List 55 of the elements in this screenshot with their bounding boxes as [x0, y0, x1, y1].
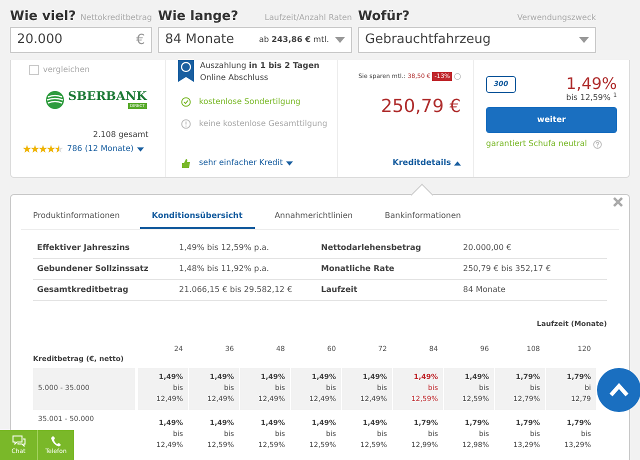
info-icon: [454, 73, 461, 80]
summary-value: 84 Monate: [463, 284, 507, 296]
summary-value: 21.066,15 € bis 29.582,12 €: [179, 284, 294, 296]
continue-button[interactable]: weiter: [486, 107, 617, 133]
schufa-text: garantiert Schufa neutral: [486, 138, 587, 150]
summary-label: Gebundener Sollzinssatz: [37, 263, 150, 275]
thumbs-up-icon: [181, 158, 191, 168]
dropdown[interactable]: Gebrauchtfahrzeug: [358, 27, 596, 53]
euro-icon: €: [136, 30, 145, 50]
tab[interactable]: Konditionsübersicht: [140, 209, 255, 229]
summary-value: 20.000,00 €: [463, 242, 512, 254]
feature-text: keine kostenlose Gesamttilgung: [199, 118, 328, 130]
close-icon[interactable]: [613, 197, 623, 207]
rate-note: ab 243,86 € mtl.: [258, 34, 329, 46]
summary-value: 250,79 € bis 352,17 €: [463, 263, 552, 275]
summary-value: 1,48% bis 11,92% p.a.: [179, 263, 270, 275]
filter-label: Wie lange?: [158, 8, 238, 26]
help-icon: [592, 140, 602, 148]
dropdown[interactable]: 84 Monate ab 243,86 € mtl.: [158, 27, 352, 53]
ease-link[interactable]: sehr einfacher Kredit: [199, 157, 293, 169]
review-total: 2.108 gesamt: [93, 129, 147, 141]
input-field[interactable]: 20.000 €: [10, 27, 152, 53]
tab[interactable]: Produktinformationen: [21, 209, 132, 229]
apr-range: bis 12,59% $^{1}$: [566, 92, 617, 104]
apr-value: 1,49%: [566, 76, 617, 92]
caret-icon: [286, 160, 293, 166]
caret-icon: [335, 37, 345, 43]
monthly-rate: 250,79 €: [380, 95, 461, 119]
checkbox-label: vergleichen: [43, 64, 90, 76]
summary-label: Monatliche Rate: [321, 263, 396, 275]
phone-icon: [50, 434, 62, 446]
chat-icon: [12, 434, 26, 446]
filter-label: Wie viel?: [10, 8, 76, 26]
caret-icon: [136, 146, 144, 152]
filter-hint: Laufzeit/Anzahl Raten: [264, 12, 352, 24]
checkbox[interactable]: [29, 65, 39, 75]
chevron-up-icon: [609, 383, 629, 397]
details-link[interactable]: Kreditdetails: [392, 157, 461, 169]
filter-hint: Verwendungszweck: [517, 12, 596, 24]
summary-label: Effektiver Jahreszins: [37, 242, 131, 254]
summary-label: Laufzeit: [321, 284, 358, 296]
tab[interactable]: Bankinformationen: [372, 209, 473, 229]
bank-logo-icon: [45, 90, 65, 108]
reviews-link[interactable]: 786 (12 Monate): [67, 143, 144, 155]
filter-label: Wofür?: [358, 8, 410, 26]
payout-text: Auszahlung in 1 bis 2 Tagen: [200, 60, 320, 72]
filter-hint: Nettokreditbetrag: [80, 12, 152, 24]
online-text: Online Abschluss: [200, 72, 270, 84]
tab[interactable]: Annahmerichtlinien: [262, 209, 365, 229]
bank-name: SBERBANK: [68, 90, 147, 102]
summary-label: Nettodarlehensbetrag: [321, 242, 422, 254]
summary-value: 1,49% bis 12,59% p.a.: [179, 242, 270, 254]
summary-label: Gesamtkreditbetrag: [37, 284, 130, 296]
feature-text: kostenlose Sondertilgung: [199, 96, 300, 108]
caret-icon: [579, 37, 589, 43]
